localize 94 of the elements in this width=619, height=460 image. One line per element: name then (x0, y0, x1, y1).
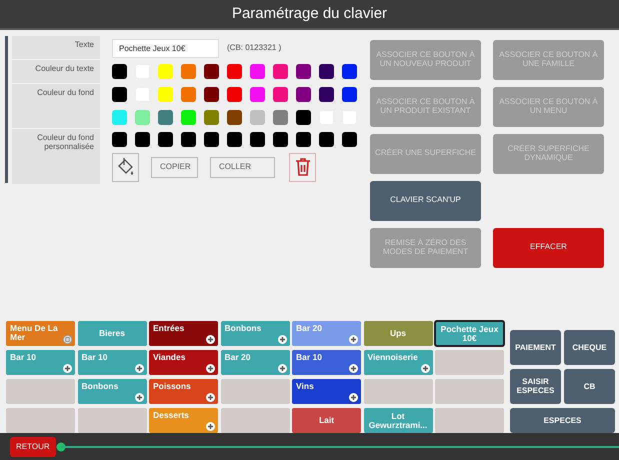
color-swatch[interactable] (204, 132, 219, 146)
color-swatch[interactable] (227, 110, 242, 124)
keyboard-key[interactable]: Bar 10 (78, 350, 146, 376)
plus-icon (349, 335, 358, 344)
color-swatch[interactable] (250, 64, 265, 78)
plus-icon (206, 335, 215, 344)
color-swatch[interactable] (158, 132, 173, 146)
back-button[interactable]: RETOUR (10, 436, 56, 457)
action-button[interactable]: CLAVIER SCAN'UP (370, 180, 481, 220)
barcode-text: (CB: 0123321 ) (227, 42, 282, 54)
plus-icon (206, 422, 215, 432)
keyboard-key[interactable]: Bonbons (78, 379, 146, 404)
payment-button[interactable]: PAIEMENT (510, 330, 561, 366)
action-button[interactable]: EFFACER (493, 228, 604, 268)
plus-icon (278, 335, 286, 344)
keyboard-key[interactable]: Lait (292, 408, 361, 434)
color-swatch[interactable] (227, 132, 242, 146)
keyboard-key[interactable]: Desserts (149, 408, 218, 434)
color-swatch[interactable] (158, 110, 173, 124)
color-swatch[interactable] (181, 64, 196, 78)
keyboard-key[interactable]: Bar 20 (292, 321, 361, 346)
keyboard-key[interactable]: Bar 10 (292, 350, 361, 376)
color-swatch[interactable] (158, 86, 173, 102)
payment-button[interactable]: CB (564, 369, 615, 404)
text-input[interactable]: Pochette Jeux 10€ (112, 38, 219, 58)
keyboard-key[interactable]: Bar 20 (220, 350, 290, 376)
menu-icon (63, 335, 72, 344)
keyboard-key[interactable]: Entrées (149, 321, 218, 346)
color-swatch[interactable] (204, 86, 219, 102)
keyboard-key[interactable]: Poissons (149, 379, 218, 404)
payment-button[interactable]: CHEQUE (564, 330, 615, 366)
plus-icon (206, 393, 215, 402)
trash-icon (294, 158, 310, 176)
color-swatch[interactable] (158, 64, 173, 78)
color-swatch[interactable] (250, 132, 265, 146)
color-swatch[interactable] (342, 64, 357, 78)
keyboard-key[interactable]: Pochette Jeux 10€ (435, 321, 504, 346)
paint-bucket-icon (116, 157, 134, 177)
keyboard-key[interactable]: Bar 10 (6, 350, 75, 376)
color-swatch[interactable] (250, 86, 265, 102)
color-swatch[interactable] (112, 110, 127, 124)
keyboard-key[interactable]: Menu De La Mer (6, 321, 75, 346)
color-swatch[interactable] (319, 86, 334, 102)
plus-icon (349, 364, 358, 374)
color-swatch[interactable] (342, 86, 357, 102)
plus-icon (278, 364, 286, 374)
color-swatch[interactable] (273, 64, 288, 78)
color-swatch[interactable] (112, 86, 127, 102)
keyboard-key[interactable]: Viennoiserie (364, 350, 432, 376)
color-swatch[interactable] (112, 132, 127, 146)
window-title: Paramétrage du clavier (232, 4, 388, 24)
plus-icon (134, 393, 144, 402)
keyboard-key[interactable]: Ups (364, 321, 432, 346)
keyboard-key[interactable]: Lot Gewurztrami... (364, 408, 432, 434)
color-swatch[interactable] (273, 86, 288, 102)
delete-button[interactable] (289, 152, 316, 182)
keyboard-key[interactable]: Viandes (149, 350, 218, 376)
color-swatch[interactable] (296, 86, 311, 102)
keyboard-key[interactable]: Bieres (78, 321, 146, 346)
plus-icon (420, 364, 430, 374)
color-swatch[interactable] (227, 64, 242, 78)
color-swatch[interactable] (181, 110, 196, 124)
color-swatch[interactable] (250, 110, 265, 124)
field-label: Couleur du fond personnalisée (12, 128, 100, 184)
color-swatch[interactable] (296, 110, 311, 124)
payment-button[interactable]: SAISIR ESPECES (510, 369, 561, 404)
color-swatch[interactable] (342, 132, 357, 146)
paint-bucket-button[interactable] (112, 152, 139, 182)
copy-button[interactable]: COPIER (151, 156, 198, 178)
plus-icon (63, 364, 72, 374)
plus-icon (206, 364, 215, 374)
paste-button[interactable]: COLLER (210, 156, 275, 178)
plus-icon (134, 364, 144, 374)
color-swatch[interactable] (181, 132, 196, 146)
color-swatch[interactable] (135, 132, 150, 146)
field-label: Texte (12, 36, 100, 58)
color-swatch[interactable] (319, 64, 334, 78)
color-swatch[interactable] (135, 110, 150, 124)
color-swatch[interactable] (273, 110, 288, 124)
color-swatch[interactable] (319, 132, 334, 146)
color-swatch[interactable] (204, 110, 219, 124)
keyboard-key[interactable]: Vins (292, 379, 361, 404)
color-swatch[interactable] (204, 64, 219, 78)
keyboard-key[interactable]: Bonbons (220, 321, 290, 346)
field-label: Couleur du texte (12, 60, 100, 82)
field-label: Couleur du fond (12, 84, 100, 128)
payment-button[interactable]: ESPECES (510, 408, 615, 434)
color-swatch[interactable] (112, 64, 127, 78)
color-swatch[interactable] (296, 64, 311, 78)
plus-icon (349, 393, 358, 402)
color-swatch[interactable] (296, 132, 311, 146)
color-swatch[interactable] (227, 86, 242, 102)
color-swatch[interactable] (273, 132, 288, 146)
color-swatch[interactable] (181, 86, 196, 102)
